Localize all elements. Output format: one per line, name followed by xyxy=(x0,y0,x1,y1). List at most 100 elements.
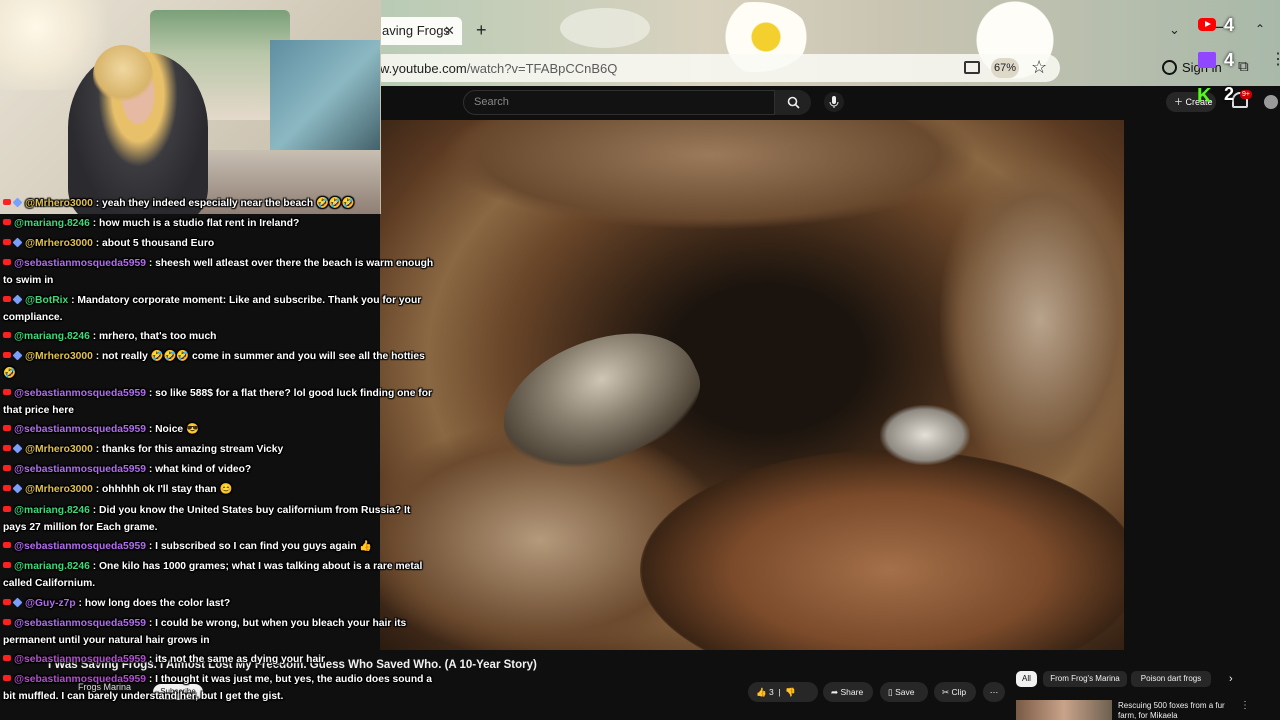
like-count: 3 xyxy=(768,687,774,697)
moderator-badge-icon xyxy=(12,443,23,454)
account-icon xyxy=(1162,60,1177,75)
viewer-count-overlay: 4 4 K 2 xyxy=(1190,12,1262,112)
youtube-badge-icon xyxy=(3,239,11,245)
chat-username: @Mrhero3000 xyxy=(25,238,93,249)
tab-search-icon[interactable]: ⌄ xyxy=(1169,22,1180,38)
youtube-logo-icon xyxy=(1198,18,1216,31)
chat-message: @sebastianmosqueda5959 : sheesh well atl… xyxy=(3,258,434,286)
chat-message: @BotRix : Mandatory corporate moment: Li… xyxy=(3,294,422,323)
chat-text: thanks for this amazing stream Vicky xyxy=(102,444,284,455)
twitch-viewer-count: 4 xyxy=(1224,50,1235,70)
moderator-badge-icon xyxy=(12,350,23,361)
recommended-menu-icon[interactable]: ⋮ xyxy=(1240,700,1250,711)
chat-username: @Mrhero3000 xyxy=(25,198,93,209)
chat-message: @sebastianmosqueda5959 : so like 588$ fo… xyxy=(3,388,433,416)
scissors-icon: ✂ xyxy=(942,687,950,697)
youtube-badge-icon xyxy=(3,425,11,431)
chevron-right-icon[interactable]: › xyxy=(1229,673,1233,685)
tab-close-icon[interactable]: ✕ xyxy=(444,23,455,39)
chat-message: @sebastianmosqueda5959 : its not the sam… xyxy=(3,652,435,669)
chat-username: @BotRix xyxy=(25,295,69,306)
youtube-viewer-count: 4 xyxy=(1224,15,1235,35)
youtube-badge-icon xyxy=(3,219,11,225)
chip-all[interactable]: All xyxy=(1016,671,1037,687)
chat-message: @sebastianmosqueda5959 : I thought it wa… xyxy=(3,674,433,702)
youtube-badge-icon xyxy=(3,465,11,471)
bookmark-star-icon[interactable]: ☆ xyxy=(1031,57,1047,78)
chip-poison-dart-frogs[interactable]: Poison dart frogs xyxy=(1131,671,1211,687)
theme-decoration xyxy=(560,8,650,48)
thumbs-down-icon[interactable]: 👎 xyxy=(785,687,796,697)
save-button[interactable]: ▯ Save xyxy=(880,682,928,702)
chat-message: @mariang.8246 : how much is a studio fla… xyxy=(3,216,435,233)
browser-menu-icon[interactable]: ⋮ xyxy=(1270,52,1280,68)
youtube-badge-icon xyxy=(3,485,11,491)
share-icon: ➦ xyxy=(831,687,839,697)
chat-username: @mariang.8246 xyxy=(14,218,90,229)
search-input[interactable] xyxy=(463,90,775,115)
twitch-logo-icon xyxy=(1198,52,1216,68)
video-frame-stone xyxy=(880,405,970,465)
zoom-indicator[interactable]: 67% xyxy=(991,58,1019,78)
youtube-badge-icon xyxy=(3,562,11,568)
chat-username: @mariang.8246 xyxy=(14,505,90,516)
moderator-badge-icon xyxy=(12,483,23,494)
chat-text: ohhhhh ok I'll stay than 😊 xyxy=(102,484,233,495)
recommended-title[interactable]: Rescuing 500 foxes from a fur farm, for … xyxy=(1118,701,1234,720)
youtube-badge-icon xyxy=(3,655,11,661)
chat-text: I subscribed so I can find you guys agai… xyxy=(155,541,373,552)
chat-text: Noice 😎 xyxy=(155,424,199,435)
chat-text: mrhero, that's too much xyxy=(99,331,217,342)
chat-username: @mariang.8246 xyxy=(14,561,90,572)
clip-button[interactable]: ✂ Clip xyxy=(934,682,976,702)
microphone-icon xyxy=(829,96,839,108)
url-text[interactable]: w.youtube.com/watch?v=TFABpCCnB6Q xyxy=(380,61,617,76)
chat-username: @sebastianmosqueda5959 xyxy=(14,388,146,399)
sidebar-area xyxy=(1124,120,1280,650)
youtube-badge-icon xyxy=(3,199,11,205)
webcam-background xyxy=(270,40,380,160)
moderator-badge-icon xyxy=(12,294,23,305)
chat-username: @Mrhero3000 xyxy=(25,484,93,495)
like-button[interactable]: 👍 3 | 👎 xyxy=(748,682,818,702)
thumbs-up-icon: 👍 xyxy=(756,687,767,697)
chat-message: @sebastianmosqueda5959 : what kind of vi… xyxy=(3,462,435,479)
chat-message: @Guy-z7p : how long does the color last? xyxy=(3,596,435,613)
search-button[interactable] xyxy=(775,90,811,115)
youtube-badge-icon xyxy=(3,542,11,548)
chat-username: @sebastianmosqueda5959 xyxy=(14,654,146,665)
avatar[interactable] xyxy=(1264,95,1278,109)
chat-text: what kind of video? xyxy=(155,464,252,475)
recommended-thumbnail[interactable] xyxy=(1016,700,1112,720)
picture-in-picture-icon[interactable] xyxy=(964,61,980,74)
chat-username: @sebastianmosqueda5959 xyxy=(14,541,146,552)
moderator-badge-icon xyxy=(12,597,23,608)
youtube-badge-icon xyxy=(3,296,11,302)
youtube-badge-icon xyxy=(3,506,11,512)
bookmark-icon: ▯ xyxy=(888,687,893,697)
more-actions-icon[interactable]: ⋯ xyxy=(983,682,1005,702)
chat-message: @Mrhero3000 : yeah they indeed especiall… xyxy=(3,196,435,213)
youtube-badge-icon xyxy=(3,389,11,395)
chat-text: how much is a studio flat rent in Irelan… xyxy=(99,218,300,229)
chat-message: @sebastianmosqueda5959 : I could be wron… xyxy=(3,618,407,646)
new-tab-button[interactable]: + xyxy=(476,20,487,41)
youtube-badge-icon xyxy=(3,259,11,265)
chat-message: @Mrhero3000 : not really 🤣🤣🤣 come in sum… xyxy=(3,350,425,379)
moderator-badge-icon xyxy=(12,237,23,248)
chip-from-channel[interactable]: From Frog's Marina xyxy=(1043,671,1127,687)
voice-search-button[interactable] xyxy=(824,92,844,112)
chat-message: @sebastianmosqueda5959 : Noice 😎 xyxy=(3,422,435,439)
share-button[interactable]: ➦ Share xyxy=(823,682,873,702)
chat-text: about 5 thousand Euro xyxy=(102,238,215,249)
webcam-overlay xyxy=(0,0,381,214)
moderator-badge-icon xyxy=(12,197,23,208)
chat-text: its not the same as dying your hair xyxy=(155,654,326,665)
video-frame-rock xyxy=(640,450,1124,650)
chat-username: @mariang.8246 xyxy=(14,331,90,342)
chat-message: @mariang.8246 : Did you know the United … xyxy=(3,505,411,533)
video-player[interactable] xyxy=(380,120,1124,650)
chat-username: @sebastianmosqueda5959 xyxy=(14,424,146,435)
chat-overlay: @Mrhero3000 : yeah they indeed especiall… xyxy=(0,196,440,708)
chat-username: @sebastianmosqueda5959 xyxy=(14,618,146,629)
